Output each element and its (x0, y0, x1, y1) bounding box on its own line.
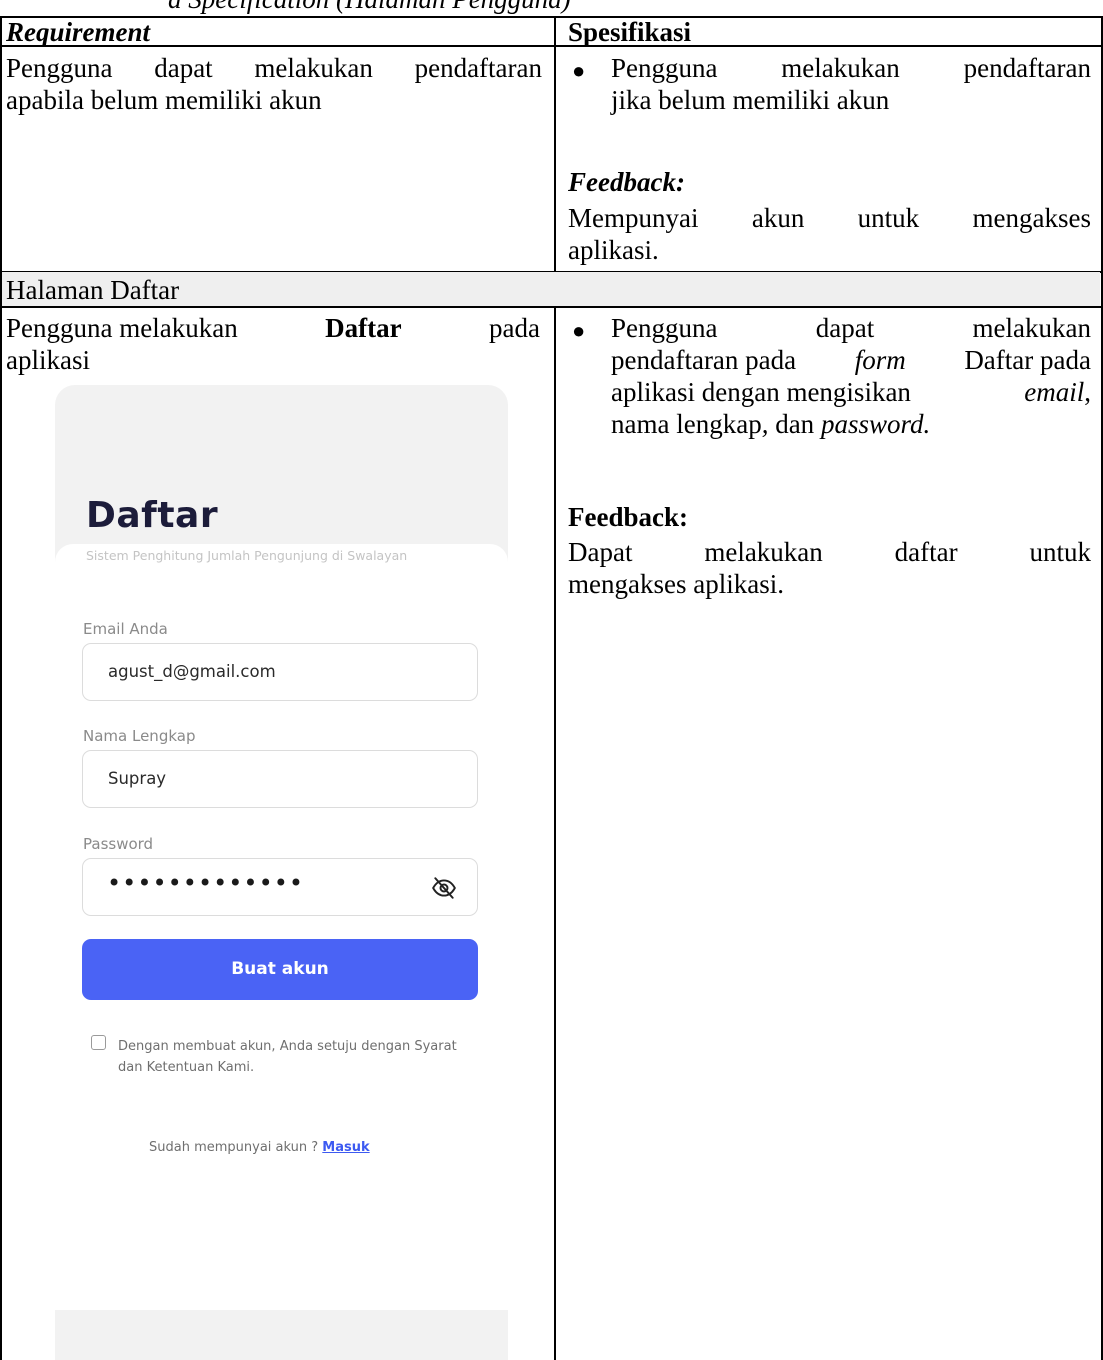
row2-spec-l2-b: Daftar pada (964, 345, 1091, 375)
row2-spec-l3-comma: , (1084, 377, 1091, 407)
table-divider-middle-bottom (554, 307, 556, 1360)
row2-spec-l4-b: dan (775, 409, 815, 439)
row2-spec-l3-email: email (1024, 377, 1085, 407)
table-header-bottom (0, 45, 1103, 47)
table-section-bottom (0, 306, 1103, 308)
header-requirement: Requirement (6, 17, 151, 47)
header-spesifikasi: Spesifikasi (568, 17, 692, 47)
row2-req-bold: Daftar (325, 313, 402, 343)
table-border-top (0, 16, 1103, 18)
row2-spec-l3-a: aplikasi dengan mengisikan (611, 377, 911, 407)
name-value: Supray (108, 769, 167, 788)
row2-spec-l4-comma: , (761, 409, 769, 439)
row2-feedback-label: Feedback: (568, 502, 688, 532)
terms-text: Dengan membuat akun, Anda setuju dengan … (118, 1039, 457, 1075)
app-screenshot: Daftar Sistem Penghitung Jumlah Pengunju… (55, 385, 508, 1360)
row2-spec-l4-a: nama lengkap (611, 409, 762, 439)
app-title: Daftar (86, 495, 219, 536)
row2-spec-l4-password: password. (820, 409, 931, 439)
name-label: Nama Lengkap (83, 727, 196, 745)
email-label: Email Anda (83, 620, 168, 638)
password-field[interactable]: ••••••••••••• (82, 858, 478, 916)
app-subtitle: Sistem Penghitung Jumlah Pengunjung di S… (86, 548, 408, 563)
password-mask: ••••••••••••• (107, 869, 305, 897)
row2-spec-l2-form: form (854, 345, 906, 375)
row2-spec-l2-a: pendaftaran pada (611, 345, 797, 375)
table-border-left (0, 16, 2, 1360)
password-label: Password (83, 835, 154, 853)
login-row: Sudah mempunyai akun ? Masuk (149, 1140, 370, 1155)
name-field[interactable]: Supray (82, 750, 478, 808)
row1-requirement: Pengguna dapat melakukan pendaftaran apa… (6, 53, 542, 115)
create-account-button[interactable]: Buat akun (82, 939, 478, 1000)
login-prompt: Sudah mempunyai akun ? (149, 1140, 319, 1155)
row2-req-line2: aplikasi (6, 345, 90, 375)
row2-spec: Pengguna dapat melakukan pendaftaran pad… (611, 312, 1091, 440)
email-value: agust_d@gmail.com (108, 662, 276, 681)
row1-bullet: ● (572, 58, 586, 83)
row1-feedback-label: Feedback: (568, 167, 685, 197)
row2-req-prefix: Pengguna melakukan (6, 313, 238, 343)
row2-spec-line1: Pengguna dapat melakukan (611, 313, 1091, 343)
eye-off-icon[interactable] (431, 875, 457, 901)
terms-checkbox[interactable] (91, 1035, 106, 1050)
row2-feedback-text: Dapat melakukan daftar untuk mengakses a… (568, 537, 1091, 599)
email-field[interactable]: agust_d@gmail.com (82, 643, 478, 701)
row2-bullet: ● (572, 318, 586, 343)
login-link[interactable]: Masuk (322, 1140, 369, 1155)
section-title: Halaman Daftar (6, 275, 180, 305)
table-caption: a Specification (Halaman Pengguna) (168, 0, 571, 15)
row1-feedback-text: Mempunyai akun untuk mengakses aplikasi. (568, 203, 1091, 265)
table-divider-middle-top (554, 16, 556, 272)
row1-spec-bullet: Pengguna melakukan pendaftaran jika belu… (611, 53, 1091, 115)
row2-req-suffix: pada (489, 313, 540, 343)
row2-requirement: Pengguna melakukan Daftar pada aplikasi (6, 312, 540, 376)
